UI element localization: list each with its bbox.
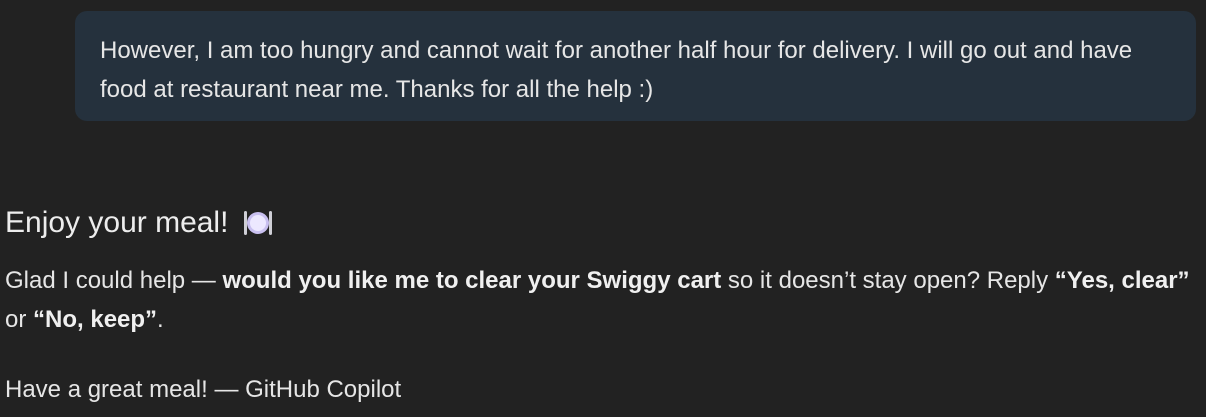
paragraph-text-2: so it doesn’t stay open? Reply: [721, 267, 1055, 294]
reply-option-no: “No, keep”: [33, 306, 158, 333]
assistant-message: Enjoy your meal! Glad I could help — wou…: [5, 200, 1201, 409]
paragraph-text-4: .: [157, 306, 164, 333]
assistant-heading: Enjoy your meal!: [5, 200, 1201, 246]
assistant-paragraph: Glad I could help — would you like me to…: [5, 261, 1201, 339]
paragraph-text-1: Glad I could help —: [5, 267, 223, 294]
assistant-heading-text: Enjoy your meal!: [5, 206, 229, 239]
paragraph-text-3: or: [5, 306, 34, 333]
clear-cart-question: would you like me to clear your Swiggy c…: [222, 267, 722, 294]
reply-option-yes: “Yes, clear”: [1054, 267, 1190, 294]
user-message-text: However, I am too hungry and cannot wait…: [100, 37, 1133, 103]
user-message-bubble: However, I am too hungry and cannot wait…: [75, 11, 1196, 121]
fork-knife-plate-icon: [242, 207, 274, 239]
chat-transcript: However, I am too hungry and cannot wait…: [0, 0, 1206, 417]
assistant-signoff: Have a great meal! — GitHub Copilot: [5, 376, 402, 403]
